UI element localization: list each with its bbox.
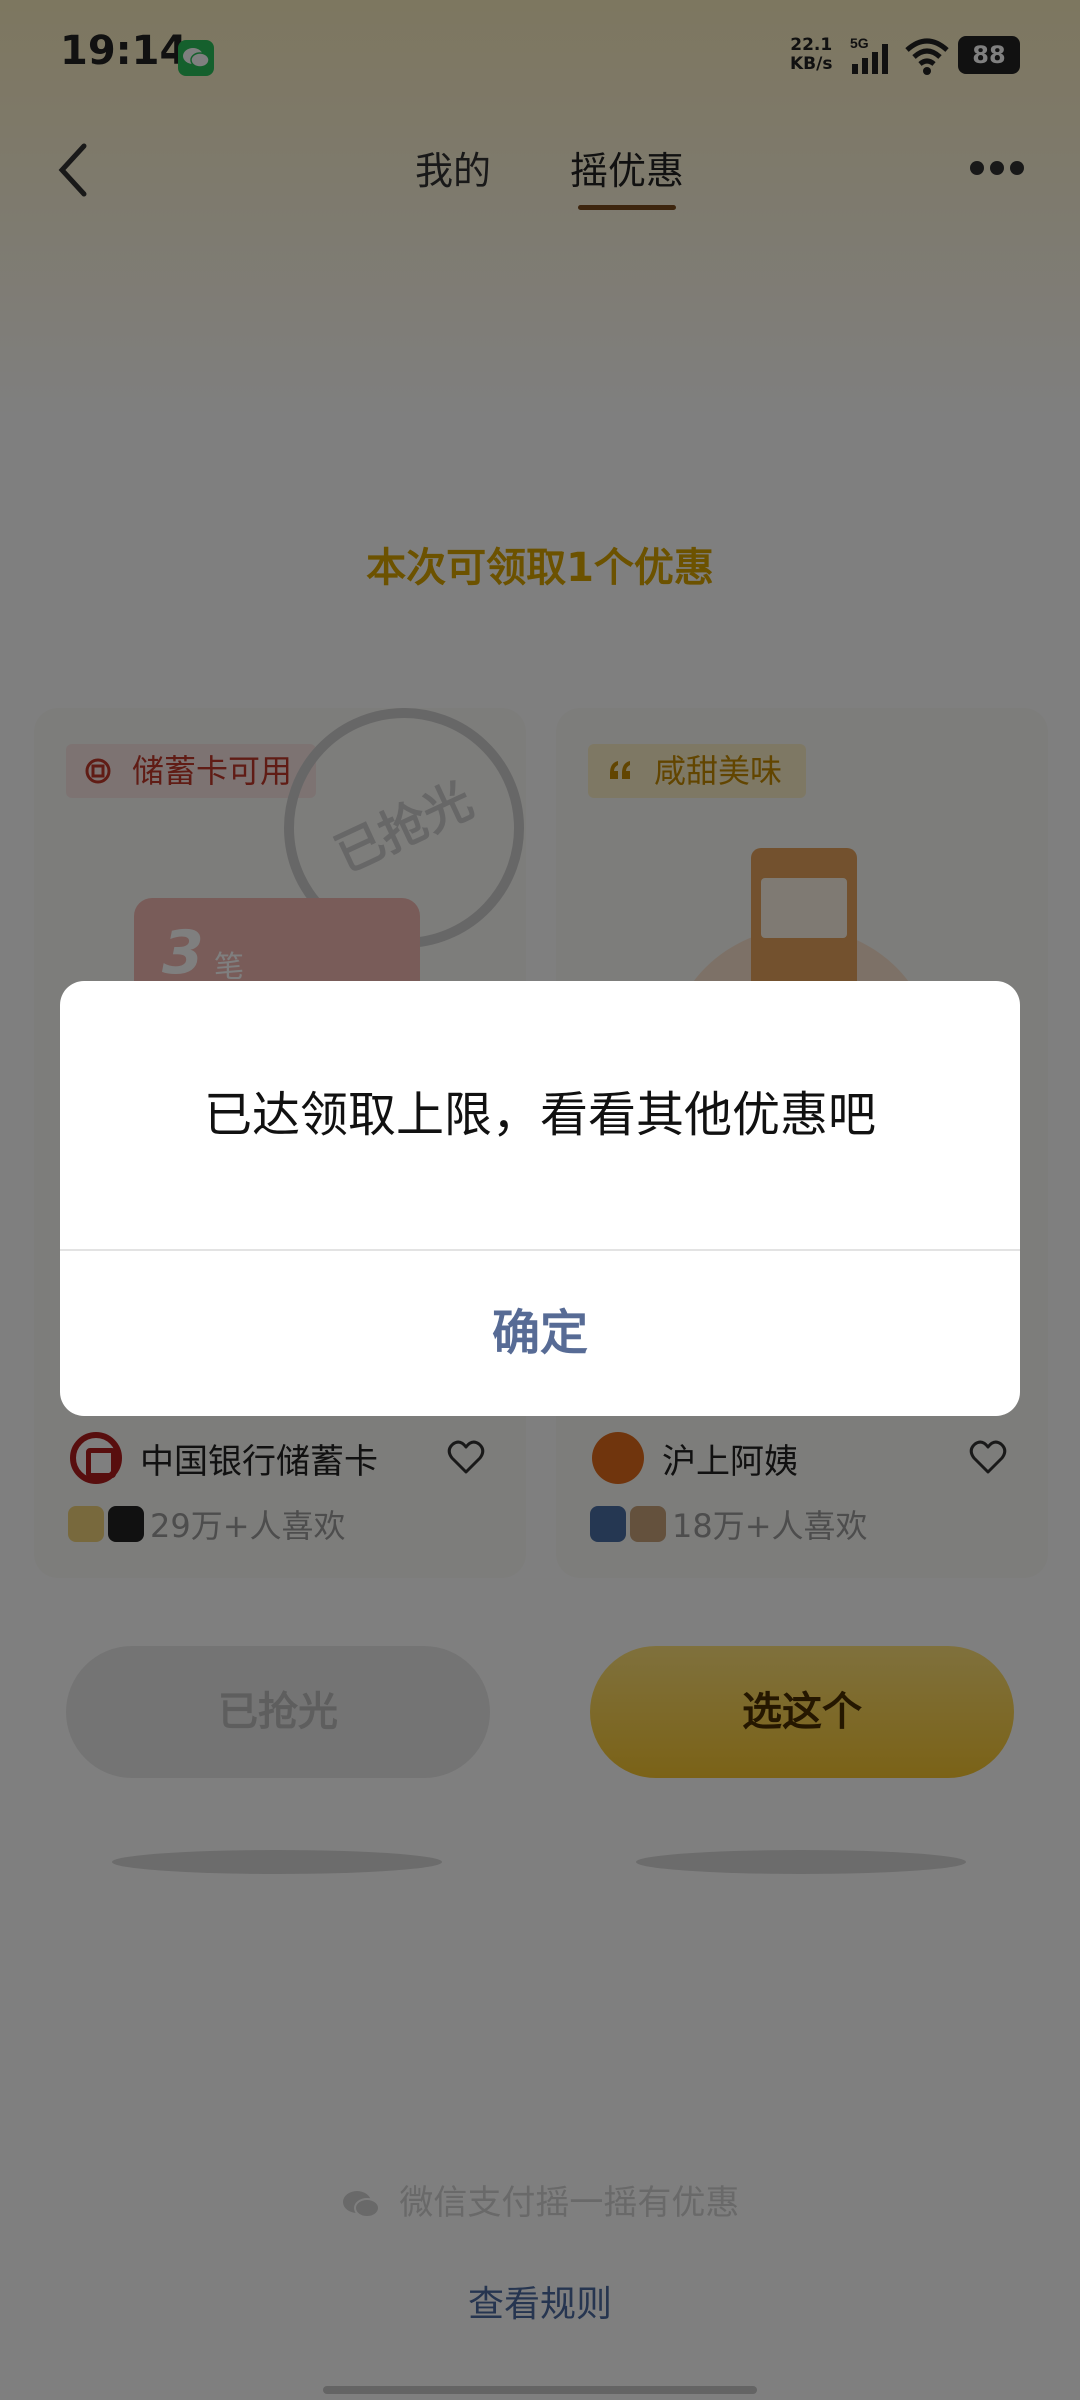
dialog-message: 已达领取上限，看看其他优惠吧 (203, 1087, 876, 1143)
limit-reached-dialog: 已达领取上限，看看其他优惠吧 确定 (60, 981, 1020, 1416)
confirm-button[interactable]: 确定 (60, 1251, 1020, 1416)
